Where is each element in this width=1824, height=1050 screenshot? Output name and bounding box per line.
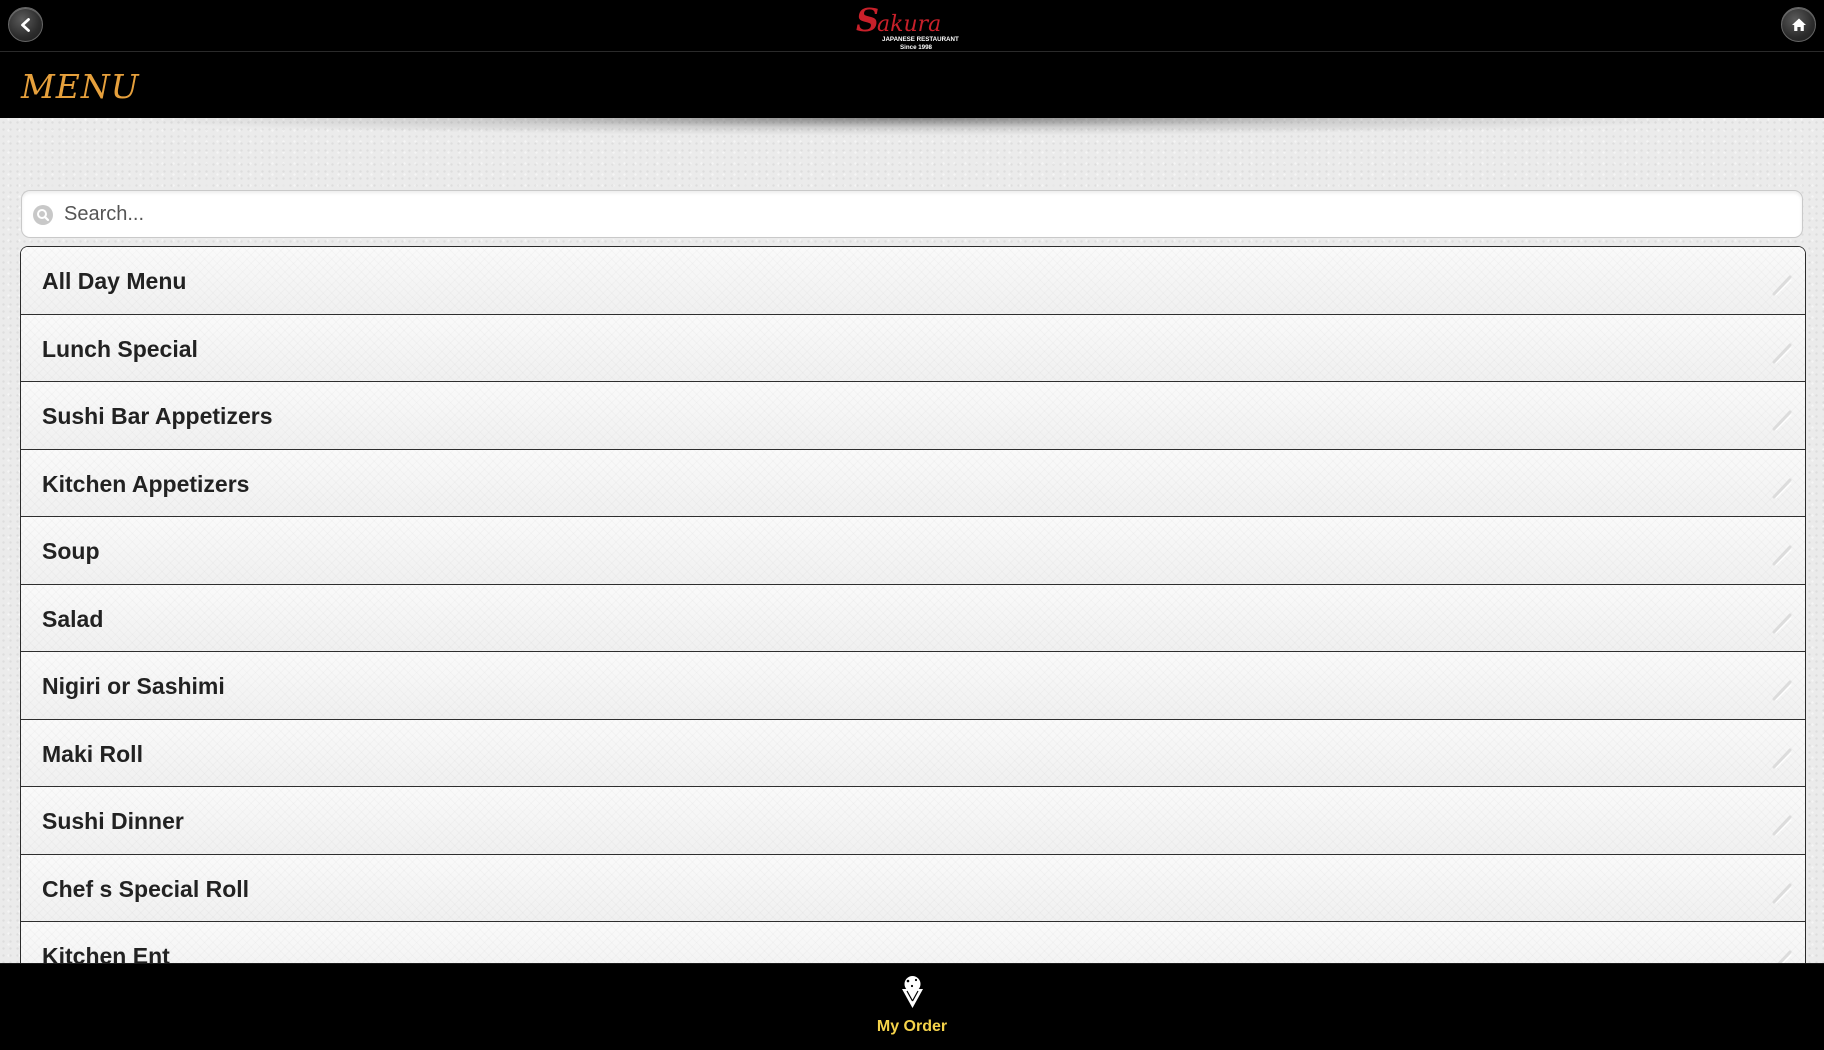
menu-item-label: Sushi Dinner	[42, 808, 184, 834]
chevron-right-icon	[1772, 680, 1792, 701]
menu-item-sushi-bar-appetizers[interactable]: Sushi Bar Appetizers	[21, 382, 1805, 450]
chevron-right-icon	[1772, 815, 1792, 836]
page-title: MENU	[21, 67, 140, 106]
chevron-right-icon	[1772, 748, 1792, 769]
menu-item-chefs-special-roll[interactable]: Chef s Special Roll	[21, 854, 1805, 922]
search-icon	[33, 205, 53, 225]
menu-item-label: Nigiri or Sashimi	[42, 673, 225, 699]
svg-text:Since 1998: Since 1998	[900, 44, 933, 51]
menu-item-kitchen-entrees[interactable]: Kitchen Ent	[21, 922, 1805, 965]
menu-item-label: Chef s Special Roll	[42, 875, 250, 902]
menu-list: All Day Menu Lunch Special Sushi Bar App…	[20, 246, 1806, 965]
home-button[interactable]	[1781, 7, 1816, 42]
menu-item-soup[interactable]: Soup	[21, 517, 1805, 585]
menu-item-label: Lunch Special	[42, 335, 198, 362]
chevron-right-icon	[1772, 410, 1792, 431]
menu-item-maki-roll[interactable]: Maki Roll	[21, 719, 1805, 787]
my-order-label: My Order	[876, 1018, 948, 1035]
title-bar: MENU	[0, 52, 1824, 118]
chevron-right-icon	[1772, 275, 1792, 296]
menu-item-sushi-dinner[interactable]: Sushi Dinner	[21, 787, 1805, 855]
my-order-button[interactable]: My Order	[862, 964, 962, 1050]
svg-text:S: S	[856, 1, 879, 39]
chevron-right-icon	[1772, 545, 1792, 566]
search-input[interactable]	[62, 191, 1784, 237]
menu-item-nigiri-or-sashimi[interactable]: Nigiri or Sashimi	[21, 652, 1805, 720]
chevron-right-icon	[1772, 613, 1792, 634]
bottom-bar: My Order	[0, 963, 1824, 1050]
chevron-right-icon	[1772, 343, 1792, 364]
menu-item-label: Salad	[42, 605, 104, 632]
sakura-logo: S akura JAPANESE RESTAURANT Since 1998	[856, 1, 959, 51]
search-box[interactable]	[21, 190, 1803, 238]
chevron-right-icon	[1772, 883, 1792, 904]
menu-item-kitchen-appetizers[interactable]: Kitchen Appetizers	[21, 449, 1805, 517]
back-button[interactable]	[8, 7, 43, 42]
menu-item-lunch-special[interactable]: Lunch Special	[21, 314, 1805, 382]
svg-text:JAPANESE RESTAURANT: JAPANESE RESTAURANT	[882, 36, 959, 43]
menu-item-all-day-menu[interactable]: All Day Menu	[21, 247, 1805, 315]
top-bar: S akura JAPANESE RESTAURANT Since 1998	[0, 0, 1824, 52]
menu-item-label: Kitchen Ent	[42, 943, 170, 965]
menu-item-salad[interactable]: Salad	[21, 584, 1805, 652]
menu-item-label: Sushi Bar Appetizers	[42, 403, 273, 429]
menu-item-label: All Day Menu	[42, 268, 187, 294]
menu-item-label: Maki Roll	[42, 740, 143, 767]
svg-text:akura: akura	[877, 12, 941, 37]
menu-item-label: Kitchen Appetizers	[42, 470, 250, 497]
chevron-left-icon	[20, 17, 30, 32]
ice-cream-icon	[902, 976, 923, 1008]
home-icon	[1791, 18, 1806, 31]
menu-item-label: Soup	[42, 538, 100, 564]
title-bar-shadow	[0, 118, 1824, 140]
chevron-right-icon	[1772, 478, 1792, 499]
